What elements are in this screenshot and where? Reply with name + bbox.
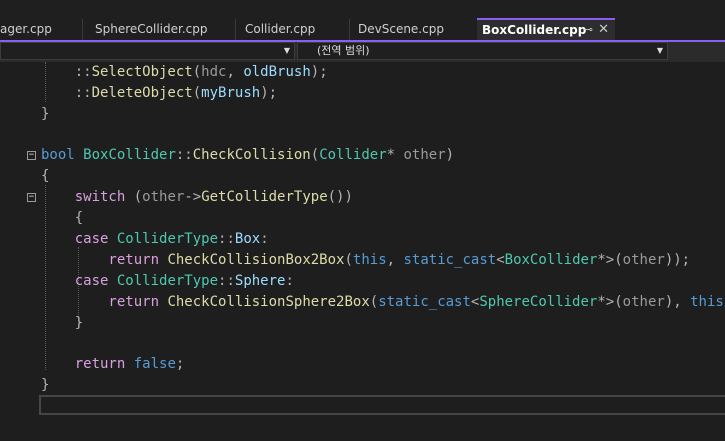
code-line: return false;: [41, 356, 185, 372]
tab-spherecollider-cpp[interactable]: SphereCollider.cpp: [88, 19, 236, 40]
code-line: return CheckCollisionSphere2Box(static_c…: [41, 294, 724, 310]
tab-label: Collider.cpp: [245, 22, 316, 36]
navigation-bar: ▼ (전역 범위) ▼: [0, 42, 725, 62]
tab-label: BoxCollider.cpp: [482, 23, 587, 37]
tab-boxcollider-cpp[interactable]: BoxCollider.cpp ⊸ ✕: [477, 18, 615, 40]
tab-label: ager.cpp: [0, 22, 52, 36]
code-line: case ColliderType::Sphere:: [41, 273, 294, 289]
code-line: bool BoxCollider::CheckCollision(Collide…: [41, 147, 455, 163]
tab-collider-cpp[interactable]: Collider.cpp: [238, 19, 350, 40]
collapse-icon[interactable]: −: [27, 151, 36, 160]
chevron-down-icon: ▼: [283, 46, 290, 55]
pin-icon[interactable]: ⊸: [584, 20, 593, 40]
code-line: {: [41, 210, 84, 226]
code-line: }: [41, 377, 50, 393]
code-editor[interactable]: − − ::SelectObject(hdc, oldBrush); ::Del…: [0, 62, 725, 441]
code-line: case ColliderType::Box:: [41, 231, 269, 247]
code-line: ::SelectObject(hdc, oldBrush);: [41, 64, 328, 80]
scope-dropdown[interactable]: (전역 범위) ▼: [297, 42, 668, 60]
chevron-down-icon: ▼: [656, 46, 663, 55]
code-line: switch (other->GetColliderType()): [41, 189, 353, 205]
tab-bar: ager.cpp SphereCollider.cpp Collider.cpp…: [0, 0, 725, 40]
code-line: }: [41, 315, 84, 331]
tab-label: SphereCollider.cpp: [95, 22, 208, 36]
tab-manager-cpp[interactable]: ager.cpp: [0, 19, 83, 40]
code-line: return CheckCollisionBox2Box(this, stati…: [41, 252, 691, 268]
code-line: }: [41, 106, 50, 122]
code-line: {: [41, 168, 50, 184]
close-icon[interactable]: ✕: [598, 20, 609, 40]
collapse-icon[interactable]: −: [27, 193, 36, 202]
tab-label: DevScene.cpp: [358, 22, 444, 36]
code-line: ::DeleteObject(myBrush);: [41, 85, 278, 101]
current-line-highlight: [39, 395, 725, 415]
scope-label: (전역 범위): [317, 44, 370, 57]
project-dropdown[interactable]: ▼: [0, 42, 295, 60]
tab-devscene-cpp[interactable]: DevScene.cpp: [352, 19, 476, 40]
